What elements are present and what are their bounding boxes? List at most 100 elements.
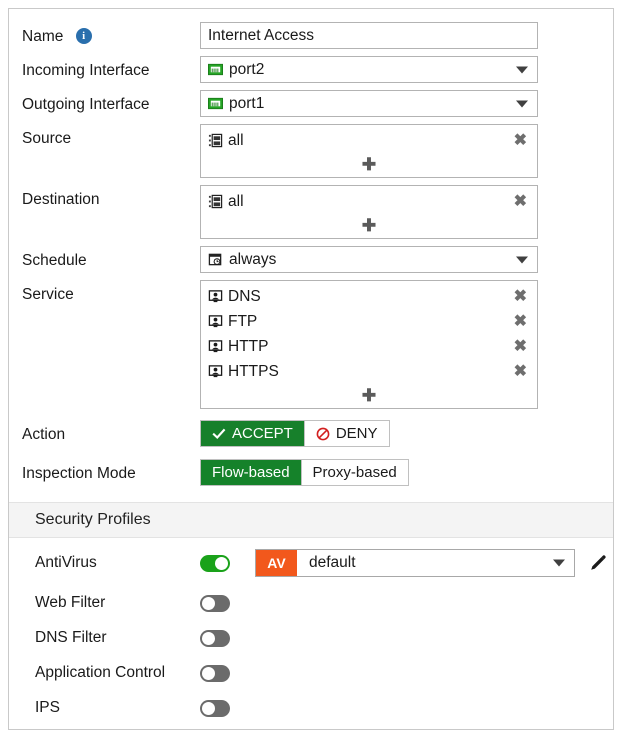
field-row-outgoing-interface: Outgoing Interface port1 (9, 90, 613, 117)
inspection-mode-proxy-button[interactable]: Proxy-based (302, 460, 408, 485)
list-item[interactable]: HTTPS ✖ (201, 359, 537, 384)
outgoing-interface-select[interactable]: port1 (200, 90, 538, 117)
name-label: Name i (22, 22, 200, 47)
chevron-down-icon[interactable] (516, 256, 528, 263)
dns-filter-toggle-wrap (200, 630, 255, 647)
inspection-mode-flow-button[interactable]: Flow-based (201, 460, 302, 485)
pencil-icon[interactable] (589, 554, 607, 572)
security-profiles-title: Security Profiles (35, 511, 151, 529)
list-item-label: HTTP (228, 338, 268, 356)
chevron-down-icon[interactable] (553, 560, 565, 567)
profile-row-dns-filter: DNS Filter (9, 629, 613, 647)
list-item-label: all (228, 193, 244, 211)
web-filter-toggle-wrap (200, 595, 255, 612)
web-filter-toggle[interactable] (200, 595, 230, 612)
inspection-mode-label: Inspection Mode (22, 459, 200, 484)
antivirus-toggle[interactable] (200, 555, 230, 572)
list-item[interactable]: all ✖ (201, 128, 537, 153)
service-icon (208, 364, 223, 379)
application-control-toggle[interactable] (200, 665, 230, 682)
toggle-knob (202, 702, 215, 715)
antivirus-profile-select[interactable]: AV default (255, 549, 575, 577)
remove-icon[interactable]: ✖ (514, 314, 527, 330)
field-row-incoming-interface: Incoming Interface port2 (9, 56, 613, 83)
service-label: Service (22, 280, 200, 305)
incoming-interface-value: port2 (229, 61, 264, 79)
action-accept-label: ACCEPT (232, 425, 293, 442)
action-field-wrap: ACCEPT DENY (200, 420, 613, 447)
dns-filter-toggle[interactable] (200, 630, 230, 647)
add-service-button[interactable]: ✚ (201, 384, 537, 406)
chevron-down-icon[interactable] (516, 100, 528, 107)
remove-icon[interactable]: ✖ (514, 194, 527, 210)
incoming-interface-select[interactable]: port2 (200, 56, 538, 83)
chevron-down-icon[interactable] (516, 66, 528, 73)
plus-icon: ✚ (362, 156, 376, 173)
field-row-inspection-mode: Inspection Mode Flow-based Proxy-based (9, 459, 613, 486)
schedule-value: always (229, 251, 276, 269)
plus-icon: ✚ (362, 217, 376, 234)
remove-icon[interactable]: ✖ (514, 364, 527, 380)
network-port-icon (208, 96, 223, 111)
address-object-icon (208, 194, 223, 209)
remove-icon[interactable]: ✖ (514, 339, 527, 355)
security-profiles-section-header: Security Profiles (9, 502, 613, 538)
outgoing-interface-field-wrap: port1 (200, 90, 613, 117)
schedule-field-wrap: always (200, 246, 613, 273)
service-listbox[interactable]: DNS ✖ FTP ✖ (200, 280, 538, 409)
antivirus-toggle-wrap (200, 555, 255, 572)
list-item[interactable]: DNS ✖ (201, 284, 537, 309)
remove-icon[interactable]: ✖ (514, 289, 527, 305)
name-input[interactable]: Internet Access (200, 22, 538, 49)
antivirus-profile-value: default (309, 554, 356, 572)
field-row-service: Service DNS ✖ (9, 280, 613, 409)
name-input-value: Internet Access (208, 27, 314, 45)
inspection-mode-segmented-control: Flow-based Proxy-based (200, 459, 409, 486)
list-item[interactable]: FTP ✖ (201, 309, 537, 334)
field-row-source: Source all ✖ (9, 124, 613, 178)
schedule-label: Schedule (22, 246, 200, 271)
list-item-label: FTP (228, 313, 257, 331)
field-row-schedule: Schedule always (9, 246, 613, 273)
schedule-select[interactable]: always (200, 246, 538, 273)
destination-field-wrap: all ✖ ✚ (200, 185, 613, 239)
network-port-icon (208, 62, 223, 77)
list-item[interactable]: all ✖ (201, 189, 537, 214)
add-source-button[interactable]: ✚ (201, 153, 537, 175)
add-destination-button[interactable]: ✚ (201, 214, 537, 236)
info-icon[interactable]: i (76, 28, 92, 44)
list-item[interactable]: HTTP ✖ (201, 334, 537, 359)
toggle-knob (202, 667, 215, 680)
list-item-label: HTTPS (228, 363, 279, 381)
action-accept-button[interactable]: ACCEPT (201, 421, 305, 446)
incoming-interface-field-wrap: port2 (200, 56, 613, 83)
action-deny-label: DENY (336, 425, 378, 442)
destination-label: Destination (22, 185, 200, 210)
toggle-knob (202, 632, 215, 645)
profile-row-application-control: Application Control (9, 664, 613, 682)
list-item-label: all (228, 132, 244, 150)
ips-toggle-wrap (200, 700, 255, 717)
field-row-action: Action ACCEPT (9, 420, 613, 447)
profile-row-ips: IPS (9, 699, 613, 717)
schedule-clock-icon (208, 252, 223, 267)
source-listbox[interactable]: all ✖ ✚ (200, 124, 538, 178)
destination-listbox[interactable]: all ✖ ✚ (200, 185, 538, 239)
outgoing-interface-label: Outgoing Interface (22, 90, 200, 115)
inspection-mode-proxy-label: Proxy-based (313, 464, 397, 481)
prohibited-icon (316, 427, 330, 441)
service-icon (208, 289, 223, 304)
web-filter-label: Web Filter (35, 594, 200, 612)
profile-row-web-filter: Web Filter (9, 594, 613, 612)
remove-icon[interactable]: ✖ (514, 133, 527, 149)
source-label: Source (22, 124, 200, 149)
field-row-destination: Destination all ✖ (9, 185, 613, 239)
dns-filter-label: DNS Filter (35, 629, 200, 647)
service-field-wrap: DNS ✖ FTP ✖ (200, 280, 613, 409)
action-deny-button[interactable]: DENY (305, 421, 389, 446)
antivirus-label: AntiVirus (35, 554, 200, 572)
list-item-label: DNS (228, 288, 261, 306)
ips-toggle[interactable] (200, 700, 230, 717)
profile-row-antivirus: AntiVirus AV default (9, 549, 613, 577)
inspection-mode-flow-label: Flow-based (212, 464, 290, 481)
